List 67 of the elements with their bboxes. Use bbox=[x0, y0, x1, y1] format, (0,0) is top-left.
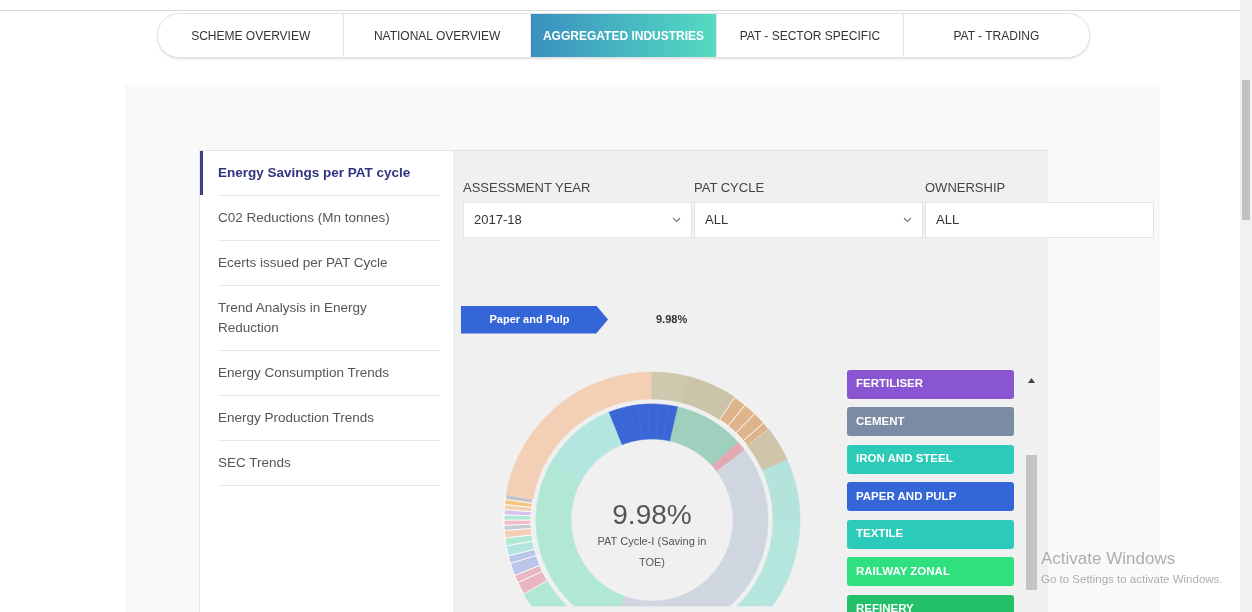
outer-ring-segment[interactable] bbox=[700, 384, 725, 414]
outer-ring-segment[interactable] bbox=[530, 424, 560, 451]
sidebar-item[interactable]: SEC Trends bbox=[200, 441, 435, 485]
outer-ring-segment[interactable] bbox=[753, 438, 783, 463]
outer-ring-segment[interactable] bbox=[538, 414, 567, 443]
outer-ring-segment[interactable] bbox=[771, 496, 800, 512]
breadcrumb-percent: 9.98% bbox=[656, 312, 688, 328]
inner-ring-segment[interactable] bbox=[669, 406, 689, 443]
sidebar-item[interactable]: Energy Consumption Trends bbox=[200, 351, 435, 395]
chevron-down-icon bbox=[903, 216, 912, 223]
outer-ring-segment[interactable] bbox=[747, 428, 777, 454]
outer-ring-segment[interactable] bbox=[523, 434, 554, 460]
inner-ring-segment[interactable] bbox=[662, 404, 679, 441]
center-value: 9.98% bbox=[612, 498, 692, 531]
outer-ring-segment[interactable] bbox=[770, 529, 800, 546]
outer-ring-segment[interactable] bbox=[523, 579, 554, 605]
outer-ring-segment[interactable] bbox=[517, 445, 548, 469]
nav-tab[interactable]: PAT - TRADING bbox=[903, 14, 1089, 57]
outer-ring-segment[interactable] bbox=[761, 560, 792, 583]
dropdown-select[interactable]: 2017-18 bbox=[463, 201, 692, 238]
outer-ring-segment[interactable] bbox=[769, 483, 799, 501]
inner-ring-segment[interactable] bbox=[647, 403, 659, 439]
outer-ring-segment[interactable] bbox=[744, 588, 774, 606]
filter-label: OWNERSHIP bbox=[925, 179, 1007, 197]
outer-ring-segment[interactable] bbox=[662, 371, 678, 401]
dropdown-select[interactable]: ALL bbox=[694, 201, 923, 238]
outer-ring-segment[interactable] bbox=[547, 405, 575, 435]
outer-ring-segment[interactable] bbox=[758, 449, 788, 471]
outer-ring-segment[interactable] bbox=[772, 508, 801, 520]
inner-ring-segment[interactable] bbox=[637, 403, 650, 440]
breadcrumb-tag: Paper and Pulp bbox=[461, 305, 608, 334]
sidebar-item[interactable]: Trend Analysis in Energy Reduction bbox=[200, 286, 435, 350]
outer-ring-segment[interactable] bbox=[512, 456, 543, 479]
nav-tab[interactable]: NATIONAL OVERVIEW bbox=[344, 14, 531, 57]
os-notice-title: Activate Windows bbox=[1041, 548, 1177, 570]
inner-ring-segment[interactable] bbox=[617, 405, 636, 443]
scrollbar-thumb[interactable] bbox=[1026, 454, 1037, 590]
outer-ring-segment[interactable] bbox=[756, 570, 787, 594]
outer-ring-segment[interactable] bbox=[766, 471, 796, 491]
sidebar-item[interactable]: Ecerts issued per PAT Cycle bbox=[200, 241, 435, 285]
sidebar-item[interactable]: C02 Reductions (Mn tonnes) bbox=[200, 196, 435, 240]
outer-ring-segment[interactable] bbox=[768, 540, 799, 559]
scroll-up-icon[interactable] bbox=[1028, 377, 1035, 383]
inner-ring-segment[interactable] bbox=[627, 404, 643, 441]
outer-ring-segment[interactable] bbox=[508, 468, 539, 489]
outer-ring-segment[interactable] bbox=[710, 389, 736, 420]
legend-item[interactable]: PAPER AND PULP bbox=[847, 482, 1014, 511]
input-field[interactable]: ALL bbox=[925, 201, 1154, 238]
center-caption: PAT Cycle-I (Saving in TOE) bbox=[596, 533, 708, 570]
nav-tab[interactable]: SCHEME OVERVIEW bbox=[158, 14, 345, 57]
outer-ring-segment[interactable] bbox=[651, 371, 666, 400]
filter-label: PAT CYCLE bbox=[694, 179, 766, 197]
sidebar-item[interactable]: Energy Savings per PAT cycle bbox=[200, 151, 435, 195]
filter-label: ASSESSMENT YEAR bbox=[463, 179, 592, 197]
legend-item[interactable]: FERTILISER bbox=[847, 369, 1014, 399]
outer-ring-segment[interactable] bbox=[762, 459, 793, 481]
outer-ring-segment[interactable] bbox=[530, 588, 560, 606]
nav-tab[interactable]: PAT - SECTOR SPECIFIC bbox=[717, 14, 904, 57]
chevron-down-icon bbox=[672, 216, 681, 223]
os-notice-subtitle: Go to Settings to activate Windows. bbox=[1041, 572, 1223, 587]
outer-ring-segment[interactable] bbox=[765, 550, 796, 571]
outer-ring-segment[interactable] bbox=[737, 597, 755, 606]
sidebar-item[interactable]: Energy Production Trends bbox=[200, 396, 435, 440]
outer-ring-segment[interactable] bbox=[750, 579, 781, 605]
outer-ring-segment[interactable] bbox=[505, 480, 536, 499]
outer-ring-segment[interactable] bbox=[549, 597, 567, 606]
inner-ring-segment[interactable] bbox=[655, 403, 669, 440]
